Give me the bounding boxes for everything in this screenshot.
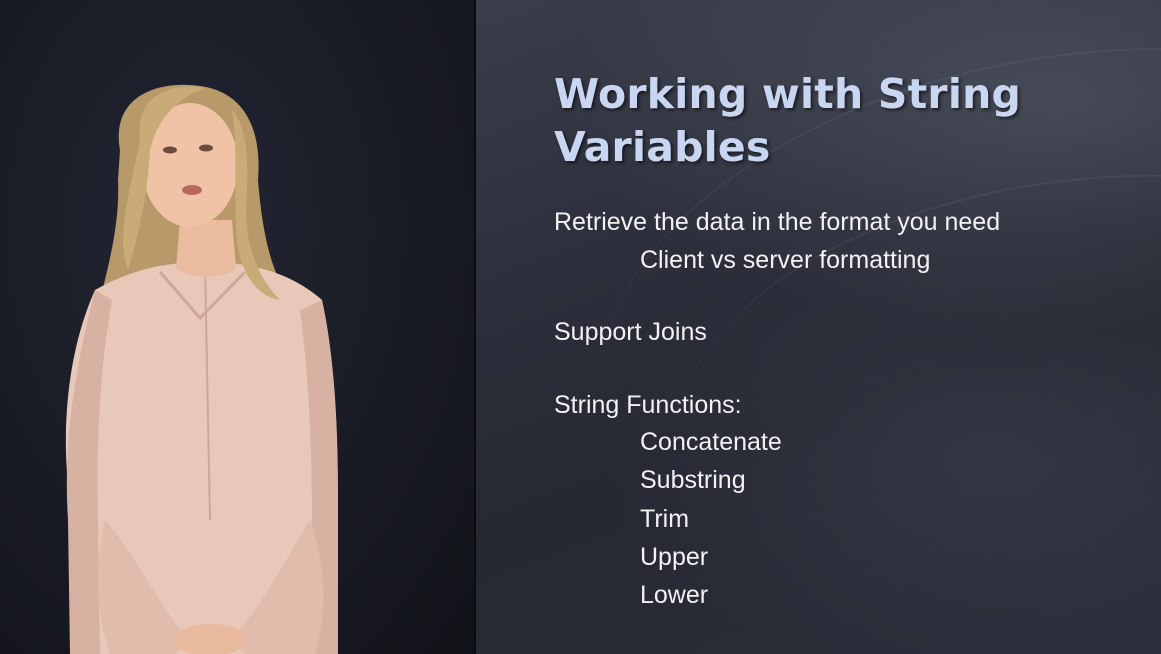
slide-title: Working with String Variables — [554, 70, 1022, 171]
bullet-string-functions: String Functions: — [554, 391, 742, 419]
video-frame: Working with String Variables Retrieve t… — [0, 0, 1161, 654]
slide-panel: Working with String Variables Retrieve t… — [476, 0, 1161, 654]
sub-bullet-lower: Lower — [640, 581, 709, 609]
sub-bullet-substring: Substring — [640, 466, 746, 494]
sub-bullet-upper: Upper — [640, 543, 709, 571]
sub-bullet-client-vs-server: Client vs server formatting — [640, 246, 931, 274]
bullet-support-joins: Support Joins — [554, 318, 707, 346]
sub-bullet-trim: Trim — [640, 505, 690, 533]
presenter-video-panel — [0, 0, 474, 654]
sub-bullet-concatenate: Concatenate — [640, 428, 782, 456]
presenter-image — [65, 84, 338, 654]
bullet-retrieve-data: Retrieve the data in the format you need — [554, 208, 1001, 236]
